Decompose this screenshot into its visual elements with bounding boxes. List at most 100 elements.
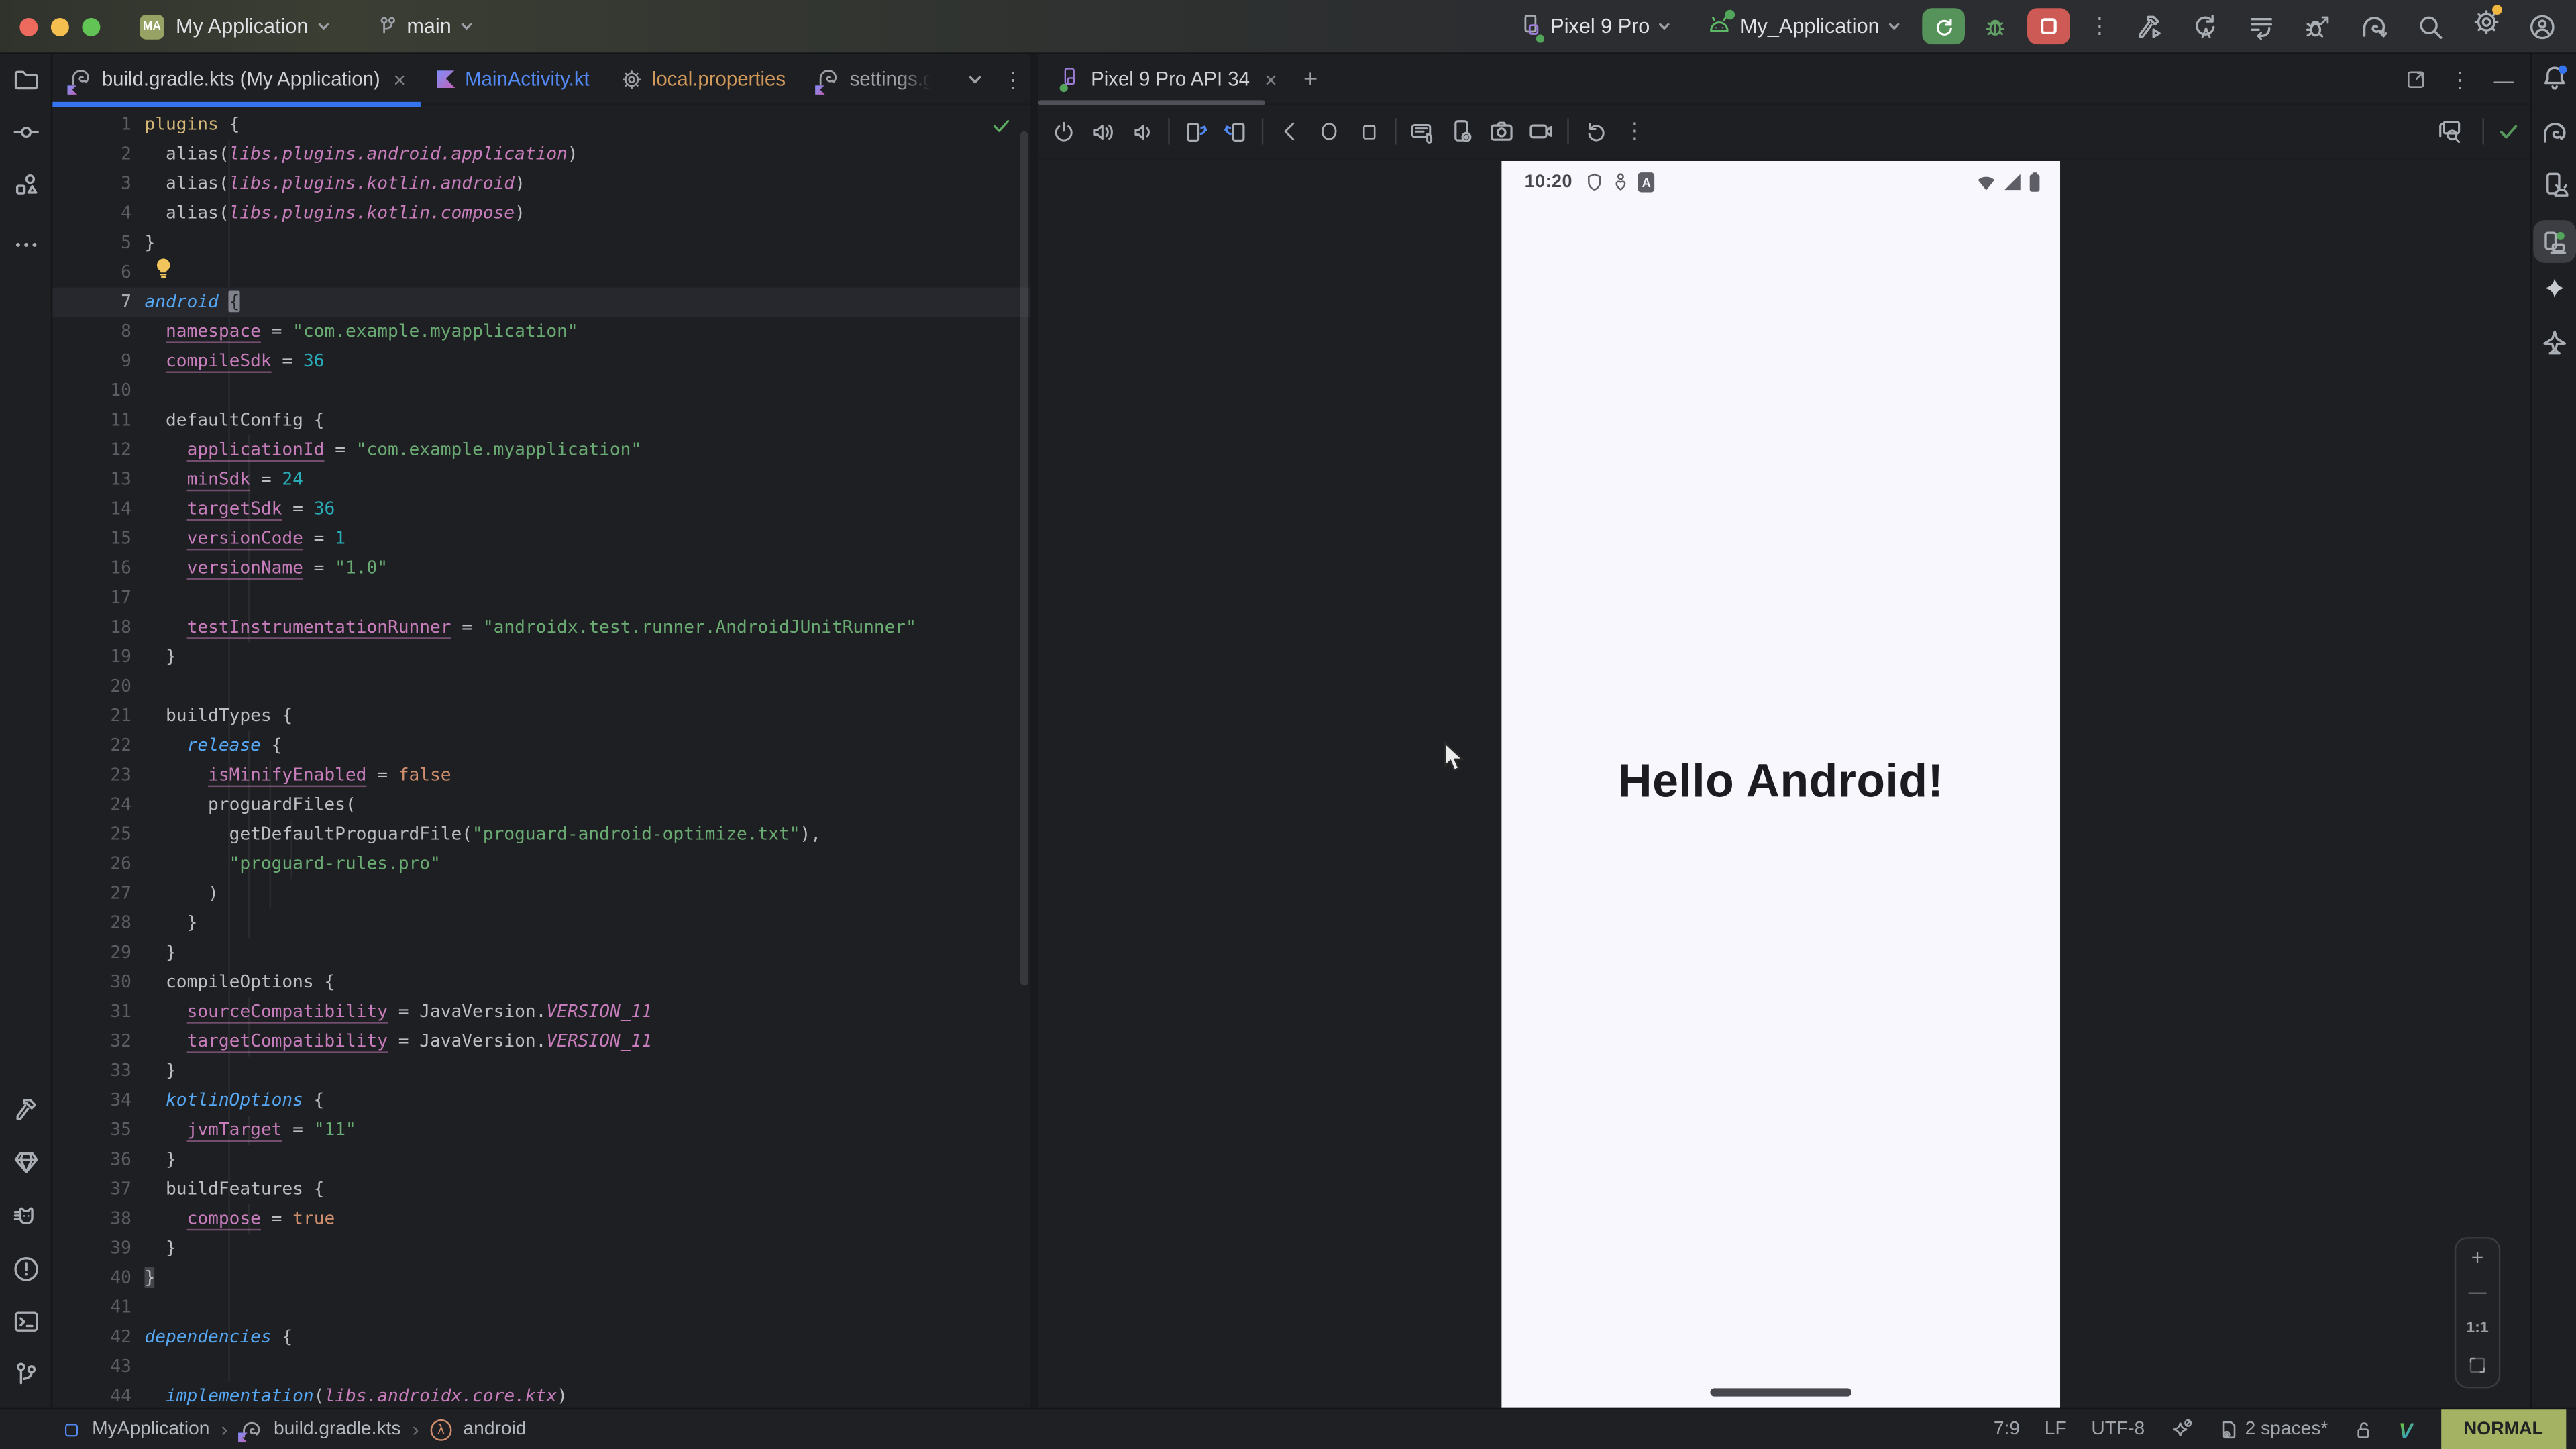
code-line[interactable]: 37 buildFeatures { (52, 1175, 1030, 1204)
line-separator[interactable]: LF (2045, 1419, 2067, 1439)
more-tools-icon[interactable] (12, 227, 38, 256)
notifications-bell-icon[interactable] (2540, 64, 2568, 101)
code-line[interactable]: 43 (52, 1352, 1030, 1382)
zoom-in-button[interactable]: + (2471, 1250, 2484, 1267)
apply-code-changes-icon[interactable] (2247, 12, 2275, 40)
build-hammer-icon[interactable] (2136, 12, 2164, 40)
tab-options-icon[interactable]: ⋮ (1002, 66, 1024, 93)
code-line[interactable]: 26 "proguard-rules.pro" (52, 849, 1030, 879)
version-control-icon[interactable] (11, 1360, 40, 1397)
file-lock-icon[interactable] (2353, 1419, 2374, 1440)
code-line[interactable]: 7android { (52, 288, 1030, 317)
project-tool-icon[interactable] (11, 66, 40, 102)
ai-assistant-status-icon[interactable] (2169, 1417, 2192, 1442)
code-line[interactable]: 35 jvmTarget = "11" (52, 1116, 1030, 1145)
code-line[interactable]: 40} (52, 1263, 1030, 1293)
tab-mainactivity[interactable]: MainActivity.kt (421, 54, 604, 105)
code-line[interactable]: 3 alias(libs.plugins.kotlin.android) (52, 169, 1030, 199)
code-line[interactable]: 9 compileSdk = 36 (52, 347, 1030, 376)
branch-selector[interactable]: main (364, 7, 484, 46)
code-line[interactable]: 32 targetCompatibility = JavaVersion.VER… (52, 1027, 1030, 1057)
reset-device-icon[interactable] (1576, 112, 1615, 152)
terminal-icon[interactable] (11, 1307, 40, 1344)
screen-record-icon[interactable] (1521, 112, 1561, 152)
code-line[interactable]: 34 kotlinOptions { (52, 1086, 1030, 1116)
problems-icon[interactable] (11, 1255, 40, 1291)
code-line[interactable]: 21 buildTypes { (52, 702, 1030, 731)
volume-up-icon[interactable] (1083, 112, 1122, 152)
resource-manager-icon[interactable] (11, 171, 40, 207)
panel-options-icon[interactable]: ⋮ (2449, 66, 2471, 93)
account-avatar-icon[interactable] (2528, 12, 2557, 40)
tab-settings-gradle[interactable]: settings.g (800, 54, 947, 105)
device-selector[interactable]: Pixel 9 Pro (1508, 7, 1683, 46)
emulator-screen[interactable]: 10:20 A (1501, 161, 2060, 1409)
code-line[interactable]: 17 (52, 583, 1030, 612)
logcat-icon[interactable] (11, 1203, 40, 1239)
power-button-icon[interactable] (1043, 112, 1083, 152)
commit-tool-icon[interactable] (11, 118, 40, 154)
screenshot-camera-icon[interactable] (1482, 112, 1521, 152)
search-icon[interactable] (2416, 12, 2445, 40)
navigation-pill[interactable] (1710, 1388, 1851, 1396)
code-line[interactable]: 30 compileOptions { (52, 967, 1030, 997)
project-selector[interactable]: My Application (164, 7, 341, 46)
code-line[interactable]: 28 } (52, 908, 1030, 938)
device-manager-icon[interactable] (2540, 171, 2568, 207)
run-more-button[interactable]: ⋮ (2080, 8, 2119, 44)
code-line[interactable]: 29 } (52, 938, 1030, 967)
code-line[interactable]: 20 (52, 672, 1030, 702)
code-line[interactable]: 22 release { (52, 731, 1030, 761)
code-line[interactable]: 27 ) (52, 879, 1030, 908)
rotate-right-icon[interactable] (1216, 112, 1255, 152)
code-line[interactable]: 2 alias(libs.plugins.android.application… (52, 140, 1030, 169)
zoom-out-button[interactable]: — (2469, 1285, 2487, 1301)
code-line[interactable]: 18 testInstrumentationRunner = "androidx… (52, 612, 1030, 642)
code-line[interactable]: 23 isMinifyEnabled = false (52, 761, 1030, 790)
open-in-new-window-icon[interactable] (2405, 69, 2426, 91)
back-button-icon[interactable] (1270, 112, 1309, 152)
ideavim-icon[interactable]: V (2399, 1417, 2413, 1442)
debug-button[interactable] (1975, 8, 2015, 44)
breadcrumb-block[interactable]: android (463, 1419, 526, 1439)
hide-panel-icon[interactable]: — (2494, 68, 2514, 91)
code-line[interactable]: 38 compose = true (52, 1204, 1030, 1234)
indent-config[interactable]: 2 spaces* (2217, 1419, 2328, 1440)
code-line[interactable]: 33 } (52, 1057, 1030, 1086)
code-line[interactable]: 19 } (52, 643, 1030, 672)
device-settings-icon[interactable] (1442, 112, 1482, 152)
zoom-fit-button[interactable] (2467, 1355, 2487, 1375)
hidden-tabs-chevron-icon[interactable] (967, 72, 982, 87)
device-tab[interactable]: Pixel 9 Pro API 34 × (1038, 54, 1290, 105)
home-button-icon[interactable] (1309, 112, 1349, 152)
code-editor[interactable]: 1plugins {2 alias(libs.plugins.android.a… (52, 105, 1030, 1408)
file-encoding[interactable]: UTF-8 (2091, 1419, 2145, 1439)
caret-position[interactable]: 7:9 (1994, 1419, 2020, 1439)
release-plane-icon[interactable] (2540, 329, 2568, 365)
gradle-tool-icon[interactable] (2539, 117, 2569, 155)
minimize-window-button[interactable] (51, 17, 69, 36)
code-line[interactable]: 11 defaultConfig { (52, 406, 1030, 435)
code-line[interactable]: 41 (52, 1293, 1030, 1322)
code-line[interactable]: 8 namespace = "com.example.myapplication… (52, 317, 1030, 347)
apply-changes-restart-icon[interactable] (2192, 12, 2220, 40)
gemini-sparkle-icon[interactable] (2540, 276, 2568, 312)
code-line[interactable]: 1plugins { (52, 110, 1030, 140)
code-line[interactable]: 4 alias(libs.plugins.kotlin.compose) (52, 199, 1030, 228)
maximize-window-button[interactable] (82, 17, 100, 36)
rerun-button[interactable] (1922, 8, 1965, 44)
breadcrumb[interactable]: MyApplication › build.gradle.kts › λ and… (62, 1417, 526, 1440)
code-line[interactable]: 31 sourceCompatibility = JavaVersion.VER… (52, 998, 1030, 1027)
code-line[interactable]: 39 } (52, 1234, 1030, 1263)
layout-inspector-icon[interactable] (2430, 112, 2469, 152)
code-line[interactable]: 12 applicationId = "com.example.myapplic… (52, 435, 1030, 465)
breadcrumb-project[interactable]: MyApplication (92, 1419, 209, 1439)
tab-local-properties[interactable]: local.properties (604, 54, 800, 105)
code-line[interactable]: 15 versionCode = 1 (52, 524, 1030, 553)
stop-button[interactable] (2027, 8, 2070, 44)
code-line[interactable]: 16 versionName = "1.0" (52, 553, 1030, 583)
add-device-tab-icon[interactable]: + (1303, 65, 1318, 93)
code-line[interactable]: 13 minSdk = 24 (52, 465, 1030, 494)
inspections-ok-icon[interactable] (991, 115, 1012, 136)
device-more-icon[interactable]: ⋮ (1615, 112, 1654, 152)
